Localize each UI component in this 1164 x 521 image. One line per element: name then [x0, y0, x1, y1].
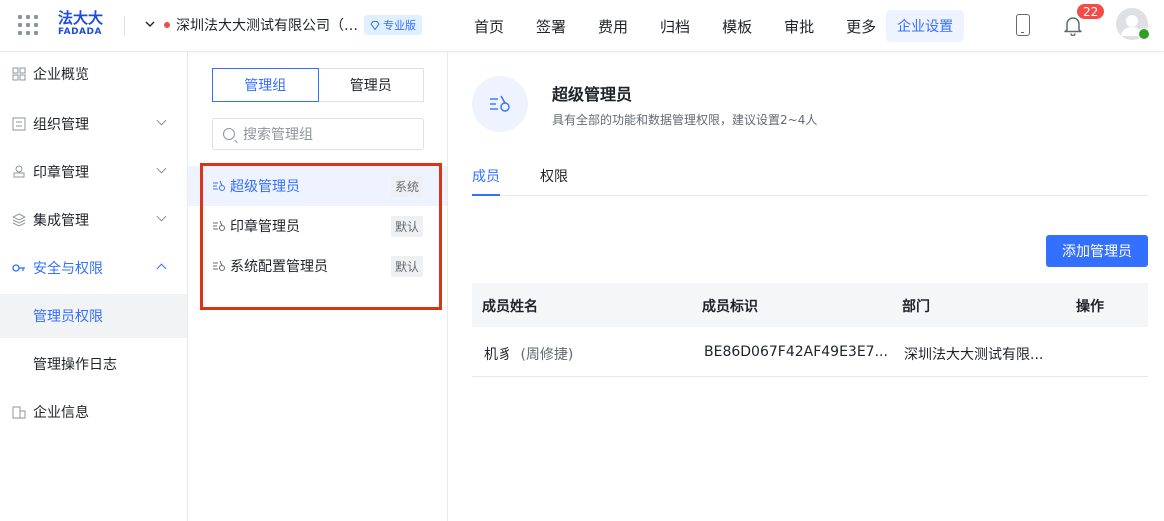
mobile-icon[interactable]	[1016, 14, 1030, 36]
column-header: 部门	[902, 299, 930, 315]
sidebar: 企业概览 组织管理 印章管理 集成管理 安全与权限 管理员权限 管理操作日志 企…	[0, 52, 188, 521]
nav-more[interactable]: 更多	[846, 16, 876, 37]
top-bar: 法大大 FADADA 深圳法大大测试有限公司（… 专业版 首页 签署 费用 归档…	[0, 0, 1164, 52]
sidebar-item-label: 组织管理	[33, 117, 89, 133]
nav-sign[interactable]: 签署	[536, 16, 566, 37]
building-icon	[12, 405, 26, 419]
sidebar-item-label: 管理员权限	[33, 309, 103, 325]
member-id: BE86D067F42AF49E3E7...	[704, 344, 888, 360]
group-detail: 超级管理员 具有全部的功能和数据管理权限，建议设置2~4人 成员 权限 添加管理…	[448, 52, 1164, 521]
sidebar-item-admin-logs[interactable]: 管理操作日志	[0, 342, 187, 386]
sidebar-item-label: 集成管理	[33, 213, 89, 229]
segment-group[interactable]: 管理组	[212, 68, 319, 102]
diamond-icon	[370, 20, 380, 30]
status-dot	[164, 22, 170, 28]
org-icon	[12, 117, 26, 131]
detail-tabs: 成员 权限	[472, 158, 1148, 196]
column-header: 成员标识	[702, 299, 758, 315]
group-title: 超级管理员	[552, 85, 633, 104]
sidebar-item-integration[interactable]: 集成管理	[0, 198, 187, 242]
main-nav: 首页 签署 费用 归档 模板 审批 更多 企业设置	[474, 0, 996, 52]
chevron-down-icon	[156, 115, 167, 126]
table-header: 成员姓名 成员标识 部门 操作	[472, 283, 1148, 327]
logo-text: 法大大	[58, 9, 104, 27]
admin-group-icon	[472, 76, 528, 132]
sidebar-item-overview[interactable]: 企业概览	[0, 52, 187, 96]
highlight-box	[200, 163, 442, 310]
chevron-up-icon	[156, 263, 167, 274]
chevron-down-icon	[156, 211, 167, 222]
edition-badge: 专业版	[364, 15, 422, 35]
group-description: 具有全部的功能和数据管理权限，建议设置2~4人	[552, 113, 818, 127]
nav-fees[interactable]: 费用	[598, 16, 628, 37]
sidebar-item-label: 印章管理	[33, 165, 89, 181]
chevron-down-icon	[156, 163, 167, 174]
add-admin-button[interactable]: 添加管理员	[1046, 235, 1148, 267]
sidebar-item-label: 安全与权限	[33, 261, 103, 277]
member-department: 深圳法大大测试有限...	[904, 347, 1044, 363]
segment-control: 管理组 管理员	[212, 68, 424, 102]
active-tab-indicator	[472, 194, 500, 196]
fadada-logo[interactable]: 法大大 FADADA	[58, 10, 108, 40]
segment-admin[interactable]: 管理员	[318, 68, 424, 102]
nav-templates[interactable]: 模板	[722, 16, 752, 37]
verified-icon	[1138, 28, 1150, 40]
sidebar-item-org[interactable]: 组织管理	[0, 102, 187, 146]
layers-icon	[11, 213, 27, 227]
nav-enterprise-settings[interactable]: 企业设置	[886, 10, 965, 42]
sidebar-item-label: 企业信息	[33, 405, 89, 421]
divider	[124, 16, 125, 36]
sidebar-item-security[interactable]: 安全与权限	[0, 246, 187, 290]
search-placeholder: 搜索管理组	[243, 127, 313, 143]
tab-members[interactable]: 成员	[472, 166, 500, 186]
company-name: 深圳法大大测试有限公司（…	[176, 18, 358, 34]
notification-badge: 22	[1076, 3, 1106, 20]
table-row[interactable]: 机豸 (周修捷) BE86D067F42AF49E3E7... 深圳法大大测试有…	[472, 327, 1148, 377]
sidebar-item-seal[interactable]: 印章管理	[0, 150, 187, 194]
search-input[interactable]: 搜索管理组	[212, 118, 424, 150]
member-name-text: 机豸	[484, 347, 512, 363]
tab-permissions[interactable]: 权限	[540, 166, 568, 186]
nav-archive[interactable]: 归档	[660, 16, 690, 37]
overview-icon	[12, 67, 26, 81]
sidebar-item-enterprise-info[interactable]: 企业信息	[0, 390, 187, 434]
chevron-down-icon	[144, 18, 158, 33]
member-name: 机豸 (周修捷)	[484, 344, 573, 364]
company-switcher[interactable]: 深圳法大大测试有限公司（… 专业版	[144, 14, 422, 36]
logo-subtext: FADADA	[58, 27, 102, 37]
app-grid-icon[interactable]	[18, 15, 38, 35]
search-icon	[223, 128, 235, 140]
sidebar-item-admin-permissions[interactable]: 管理员权限	[0, 294, 187, 338]
sidebar-item-label: 企业概览	[33, 67, 89, 83]
nav-approval[interactable]: 审批	[784, 16, 814, 37]
security-icon	[12, 261, 26, 275]
column-header: 成员姓名	[482, 299, 538, 315]
seal-icon	[12, 165, 26, 179]
member-alias: (周修捷)	[520, 347, 574, 363]
column-header: 操作	[1076, 299, 1104, 315]
sidebar-item-label: 管理操作日志	[33, 357, 117, 373]
edition-label: 专业版	[383, 19, 416, 32]
nav-home[interactable]: 首页	[474, 16, 504, 37]
